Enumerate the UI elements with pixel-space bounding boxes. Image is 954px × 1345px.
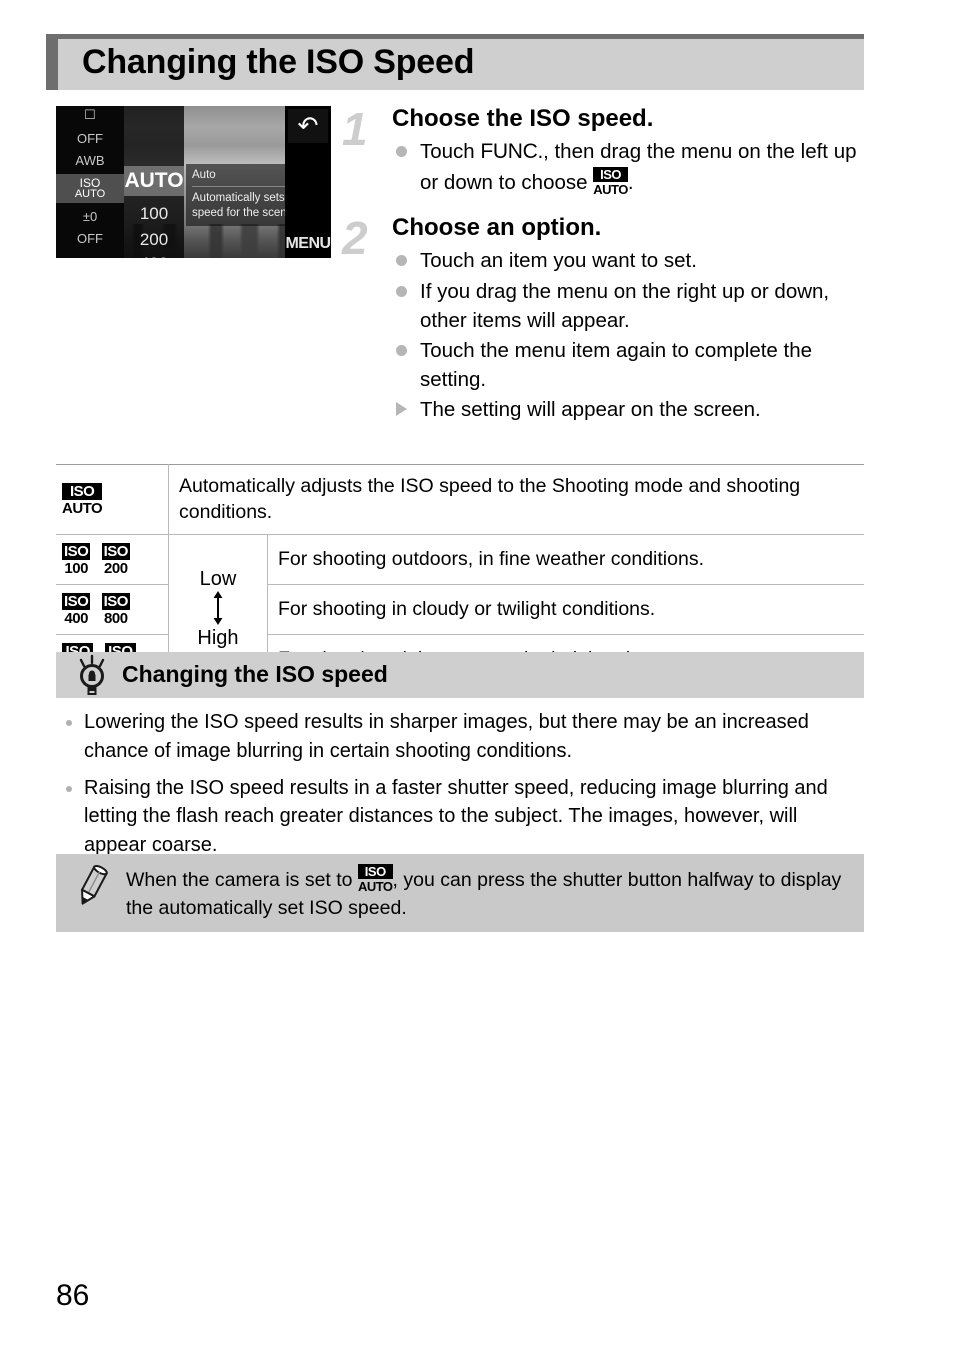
step-2-bullet-2-text: If you drag the menu on the right up or … xyxy=(420,279,830,332)
tip-header: Changing the ISO speed xyxy=(56,652,864,698)
bullet-dot-icon xyxy=(396,285,407,297)
table-cell-icon-low: ISO 100 ISO 200 xyxy=(56,533,169,585)
title-accent-left xyxy=(46,34,58,90)
iso-icon-top: ISO xyxy=(101,592,130,610)
lcd-item-awb: AWB xyxy=(75,153,105,168)
iso-icon-bottom: AUTO xyxy=(62,499,103,517)
tip-body: Lowering the ISO speed results in sharpe… xyxy=(56,698,864,860)
iso-icon-bottom: 400 xyxy=(64,609,88,627)
table-row: ISO AUTO Automatically adjusts the ISO s… xyxy=(56,464,864,535)
tip-bullet-icon xyxy=(66,785,72,792)
step-2-bullet-4-text: The setting will appear on the screen. xyxy=(420,398,761,421)
lcd-iso-value-200: 200 xyxy=(139,230,169,249)
level-arrow-updown xyxy=(179,591,257,627)
iso-100-icon: ISO 100 xyxy=(62,542,91,577)
camera-screen-illustration: ☐ OFF AWB ISO AUTO ±0 OFF AUTO 100 200 4… xyxy=(56,106,331,258)
iso-icon-top: ISO xyxy=(101,542,130,560)
step-1-bullet-1: Touch FUNC., then drag the menu on the l… xyxy=(392,137,864,197)
note-box: When the camera is set to ISO AUTO, you c… xyxy=(56,854,864,933)
table-cell-desc-mid: For shooting in cloudy or twilight condi… xyxy=(267,583,864,635)
tip-bullet-icon xyxy=(66,720,72,726)
step-2-bullet-4: The setting will appear on the screen. xyxy=(392,395,864,424)
step-1-bullet-1-pre: Touch xyxy=(420,140,481,164)
step-2-heading: Choose an option. xyxy=(392,214,602,242)
level-label-low: Low xyxy=(199,568,237,591)
iso-icon-top: ISO xyxy=(357,864,393,879)
step-1-bullet-1-post: . xyxy=(627,171,634,195)
iso-icon-bottom: AUTO xyxy=(593,182,628,198)
lcd-item-timer-off: OFF xyxy=(77,231,103,246)
step-1-number: 1 xyxy=(342,103,368,155)
lcd-item-flash-off: OFF xyxy=(77,131,103,146)
bullet-dot-icon xyxy=(396,255,407,267)
table-cell-icon-auto: ISO AUTO xyxy=(56,464,169,535)
up-down-arrow-icon xyxy=(213,591,223,626)
step-2-bullet-3: Touch the menu item again to complete th… xyxy=(392,336,864,394)
iso-icon-top: ISO xyxy=(593,167,628,183)
page-number: 86 xyxy=(56,1279,90,1312)
step-2-bullet-1: Touch an item you want to set. xyxy=(392,246,864,275)
step-1-heading: Choose the ISO speed. xyxy=(392,105,654,132)
iso-icon-top: ISO xyxy=(62,542,91,560)
result-triangle-icon xyxy=(396,402,407,416)
table-cell-desc-low: For shooting outdoors, in fine weather c… xyxy=(267,533,864,585)
lcd-item-iso-auto: ISO AUTO xyxy=(56,174,124,203)
iso-auto-icon: ISO AUTO xyxy=(62,482,103,517)
tip-item-1: Lowering the ISO speed results in sharpe… xyxy=(58,708,862,766)
tip-heading: Changing the ISO speed xyxy=(122,661,388,687)
iso-400-icon: ISO 400 xyxy=(62,592,91,627)
tip-section: Changing the ISO speed Lowering the ISO … xyxy=(56,652,864,868)
note-content: When the camera is set to ISO AUTO, you c… xyxy=(70,864,850,922)
note-text-pre: When the camera is set to xyxy=(126,869,358,891)
iso-icon-bottom: AUTO xyxy=(357,879,393,894)
instruction-steps: 1 Choose the ISO speed. Touch FUNC., the… xyxy=(342,104,864,425)
page-title-banner: Changing the ISO Speed xyxy=(46,34,864,90)
step-2-number: 2 xyxy=(342,212,368,265)
page-title: Changing the ISO Speed xyxy=(82,43,475,81)
table-cell-desc-auto: Automatically adjusts the ISO speed to t… xyxy=(168,464,864,535)
lcd-iso-value-list: AUTO 100 200 400 xyxy=(124,106,184,258)
tip-item-2-text: Raising the ISO speed results in a faste… xyxy=(84,776,828,857)
iso-auto-icon: ISO AUTO xyxy=(593,167,628,196)
bullet-dot-icon xyxy=(396,344,407,356)
back-arrow-icon: ↶ xyxy=(288,109,328,143)
iso-800-icon: ISO 800 xyxy=(101,592,130,627)
level-label-high: High xyxy=(197,627,239,650)
tip-item-1-text: Lowering the ISO speed results in sharpe… xyxy=(84,711,809,762)
iso-auto-icon: ISO AUTO xyxy=(357,864,393,894)
step-2-bullet-2: If you drag the menu on the right up or … xyxy=(392,277,864,335)
iso-200-icon: ISO 200 xyxy=(101,542,130,577)
lcd-right-controls: ↶ MENU xyxy=(285,106,331,258)
lcd-item-display: ☐ xyxy=(84,107,96,122)
tip-item-2: Raising the ISO speed results in a faste… xyxy=(58,774,862,860)
table-cell-icon-mid: ISO 400 ISO 800 xyxy=(56,583,169,635)
lcd-iso-value-auto: AUTO xyxy=(124,166,184,196)
func-button-label: FUNC. xyxy=(480,140,544,164)
bullet-dot-icon xyxy=(396,146,407,158)
lcd-iso-value-400: 400 xyxy=(124,254,184,258)
lcd-function-menu-left: ☐ OFF AWB ISO AUTO ±0 OFF xyxy=(56,106,124,258)
step-2: 2 Choose an option. Touch an item you wa… xyxy=(342,213,864,424)
pencil-icon xyxy=(80,864,108,905)
step-2-bullet-3-text: Touch the menu item again to complete th… xyxy=(420,338,813,391)
table-row: ISO 100 ISO 200 Low High For shooting ou… xyxy=(56,533,864,685)
iso-icon-top: ISO xyxy=(62,482,103,500)
iso-icon-bottom: 200 xyxy=(104,559,128,577)
step-2-bullets: Touch an item you want to set. If you dr… xyxy=(392,246,864,424)
iso-icon-bottom: 100 xyxy=(64,559,88,577)
lcd-item-exposure: ±0 xyxy=(82,209,98,224)
lightbulb-icon xyxy=(79,654,105,695)
step-2-bullet-1-text: Touch an item you want to set. xyxy=(420,249,697,273)
step-1: 1 Choose the ISO speed. Touch FUNC., the… xyxy=(342,104,864,197)
lcd-menu-label: MENU xyxy=(285,235,331,252)
step-1-bullets: Touch FUNC., then drag the menu on the l… xyxy=(392,137,864,197)
iso-icon-bottom: 800 xyxy=(104,609,128,627)
lcd-iso-value-100: 100 xyxy=(139,204,169,223)
iso-icon-top: ISO xyxy=(62,592,91,610)
